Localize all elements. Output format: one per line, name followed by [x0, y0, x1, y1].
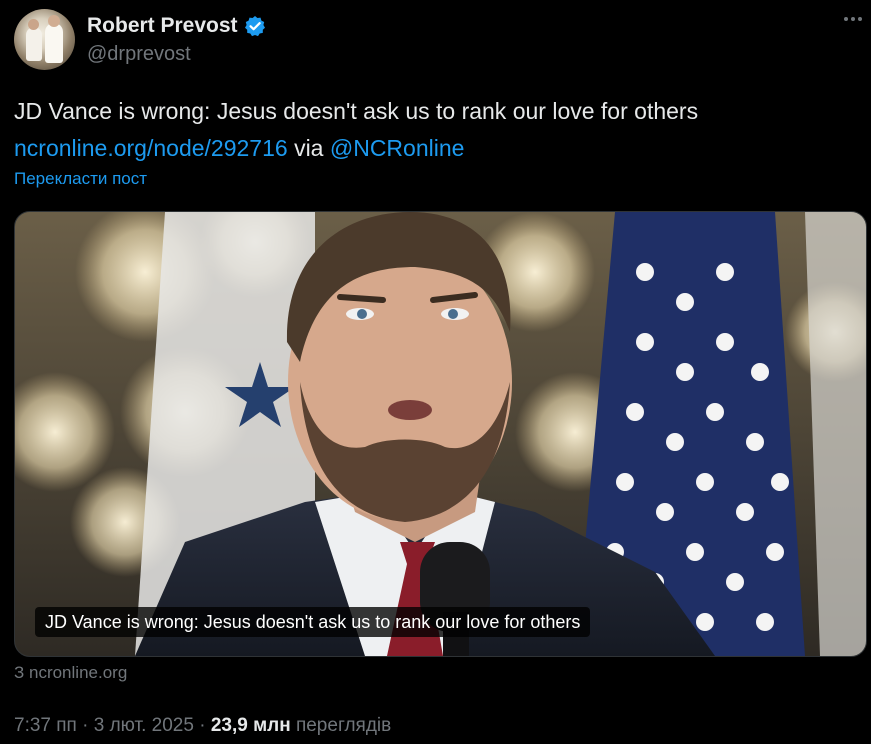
via-text: via — [294, 135, 324, 161]
author-name[interactable]: Robert Prevost — [87, 14, 238, 38]
meta-separator: · — [82, 715, 89, 736]
author-name-row: Robert Prevost — [87, 12, 266, 40]
article-image — [15, 212, 866, 656]
tweet-meta: 7:37 пп · 3 лют. 2025 · 23,9 млн перегля… — [14, 715, 391, 737]
mention-link[interactable]: @NCRonline — [330, 135, 465, 161]
tweet-link-line: ncronline.org/node/292716 via @NCRonline — [14, 130, 854, 167]
translate-post-link[interactable]: Перекласти пост — [14, 169, 147, 189]
article-link[interactable]: ncronline.org/node/292716 — [14, 135, 288, 161]
tweet-body: JD Vance is wrong: Jesus doesn't ask us … — [14, 98, 699, 124]
views-count: 23,9 млн — [210, 715, 291, 736]
tweet-text: JD Vance is wrong: Jesus doesn't ask us … — [14, 93, 854, 167]
author-handle[interactable]: @drprevost — [87, 43, 191, 66]
card-source[interactable]: З ncronline.org — [14, 663, 127, 683]
meta-separator: · — [199, 715, 206, 736]
link-card[interactable]: JD Vance is wrong: Jesus doesn't ask us … — [14, 211, 867, 657]
avatar[interactable] — [14, 9, 75, 70]
views-label: переглядів — [295, 715, 392, 736]
card-caption: JD Vance is wrong: Jesus doesn't ask us … — [35, 607, 591, 637]
tweet-date[interactable]: 3 лют. 2025 — [94, 715, 194, 736]
tweet-time[interactable]: 7:37 пп — [14, 715, 77, 736]
verified-badge-icon[interactable] — [244, 15, 266, 37]
tweet-header: Robert Prevost @drprevost — [14, 9, 864, 73]
more-options-icon[interactable] — [844, 17, 862, 21]
